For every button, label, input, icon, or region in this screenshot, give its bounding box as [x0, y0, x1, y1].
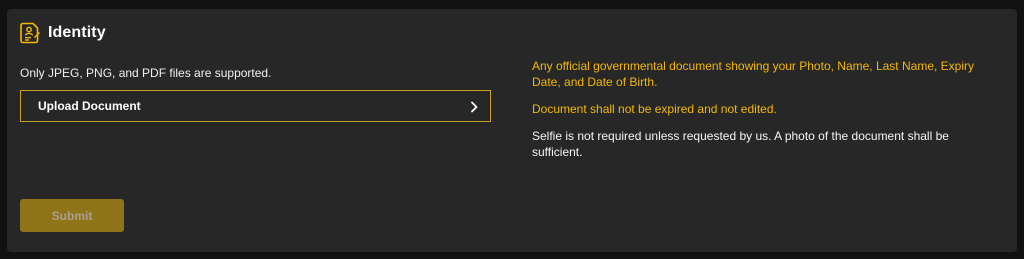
document-requirements: Any official governmental document showi… [532, 58, 1002, 171]
id-document-icon [20, 21, 40, 45]
upload-document-button[interactable]: Upload Document [20, 90, 491, 122]
section-header: Identity [20, 20, 106, 46]
section-title: Identity [48, 24, 106, 41]
upload-document-label: Upload Document [38, 99, 141, 113]
identity-panel: Identity Only JPEG, PNG, and PDF files a… [7, 9, 1017, 252]
supported-formats-text: Only JPEG, PNG, and PDF files are suppor… [20, 66, 272, 80]
submit-button[interactable]: Submit [20, 199, 124, 232]
requirement-selfie-note: Selfie is not required unless requested … [532, 129, 949, 159]
requirement-not-expired: Document shall not be expired and not ed… [532, 102, 777, 116]
chevron-right-icon [468, 100, 480, 113]
requirement-document-contents: Any official governmental document showi… [532, 59, 974, 89]
